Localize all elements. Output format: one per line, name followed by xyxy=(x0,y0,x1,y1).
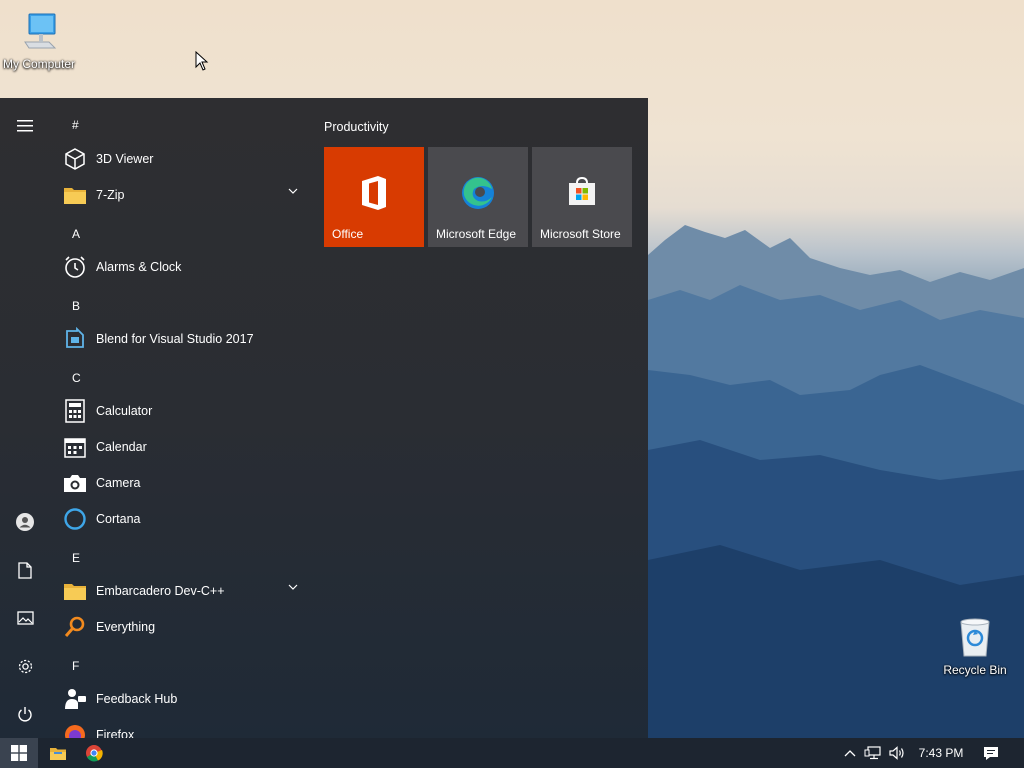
tile-microsoft-edge[interactable]: Microsoft Edge xyxy=(428,147,528,247)
chevron-down-icon[interactable] xyxy=(288,188,298,194)
section-header[interactable]: F xyxy=(72,659,79,673)
app-item-7-zip[interactable]: 7-Zip xyxy=(62,178,310,212)
app-item-everything[interactable]: Everything xyxy=(62,610,310,644)
edge-icon xyxy=(428,175,528,211)
app-item-firefox[interactable]: Firefox xyxy=(62,718,310,738)
app-name: Firefox xyxy=(96,728,135,738)
tile-label: Office xyxy=(332,227,364,241)
app-name: Alarms & Clock xyxy=(96,260,182,274)
app-name: Calendar xyxy=(96,440,147,454)
tile-microsoft-store[interactable]: Microsoft Store xyxy=(532,147,632,247)
start-menu-rail xyxy=(0,98,50,738)
app-name: Feedback Hub xyxy=(96,692,178,706)
calculator-icon xyxy=(62,398,88,424)
feedback-hub-icon xyxy=(62,686,88,712)
app-item-3d-viewer[interactable]: 3D Viewer xyxy=(62,142,310,176)
app-item-embarcadero-dev-cpp[interactable]: Embarcadero Dev-C++ xyxy=(62,574,310,608)
section-header[interactable]: E xyxy=(72,551,80,565)
office-icon xyxy=(324,175,424,211)
chrome-icon[interactable] xyxy=(76,738,112,768)
file-explorer-icon[interactable] xyxy=(40,738,76,768)
alarm-clock-icon xyxy=(62,254,88,280)
tile-label: Microsoft Store xyxy=(540,227,621,241)
app-name: Blend for Visual Studio 2017 xyxy=(96,332,254,346)
folder-icon xyxy=(62,182,88,208)
app-item-alarms-clock[interactable]: Alarms & Clock xyxy=(62,250,310,284)
app-name: Everything xyxy=(96,620,156,634)
tile-office[interactable]: Office xyxy=(324,147,424,247)
start-menu: # 3D Viewer 7-Zip A Alarms & Clock B Ble… xyxy=(0,98,648,738)
desktop-icon-recycle-bin[interactable]: Recycle Bin xyxy=(940,614,1010,677)
app-name: 3D Viewer xyxy=(96,152,154,166)
firefox-icon xyxy=(62,722,88,738)
folder-icon xyxy=(62,578,88,604)
tile-group-title[interactable]: Productivity xyxy=(324,120,389,134)
section-header[interactable]: # xyxy=(72,118,79,132)
3d-viewer-icon xyxy=(62,146,88,172)
magnifier-icon xyxy=(62,614,88,640)
network-icon[interactable] xyxy=(862,738,884,768)
settings-icon[interactable] xyxy=(13,654,37,678)
app-item-calendar[interactable]: Calendar xyxy=(62,430,310,464)
app-item-camera[interactable]: Camera xyxy=(62,466,310,500)
action-center-icon[interactable] xyxy=(976,738,1006,768)
chevron-up-icon[interactable] xyxy=(840,738,860,768)
mouse-cursor-icon xyxy=(195,51,209,71)
power-icon[interactable] xyxy=(13,702,37,726)
app-name: 7-Zip xyxy=(96,188,125,202)
desktop-icon-my-computer[interactable]: My Computer xyxy=(2,10,76,71)
app-item-cortana[interactable]: Cortana xyxy=(62,502,310,536)
section-header[interactable]: A xyxy=(72,227,80,241)
app-name: Calculator xyxy=(96,404,153,418)
store-icon xyxy=(532,175,632,207)
app-item-calculator[interactable]: Calculator xyxy=(62,394,310,428)
desktop-icon-label: My Computer xyxy=(2,57,76,71)
desktop-icon-label: Recycle Bin xyxy=(943,663,1007,677)
app-name: Cortana xyxy=(96,512,141,526)
documents-icon[interactable] xyxy=(13,558,37,582)
app-list: # 3D Viewer 7-Zip A Alarms & Clock B Ble… xyxy=(50,98,312,738)
camera-icon xyxy=(62,470,88,496)
app-item-blend[interactable]: Blend for Visual Studio 2017 xyxy=(62,322,310,356)
user-account-icon[interactable] xyxy=(13,510,37,534)
cortana-icon xyxy=(62,506,88,532)
taskbar-clock[interactable]: 7:43 PM xyxy=(912,738,970,768)
app-name: Embarcadero Dev-C++ xyxy=(96,584,225,598)
taskbar: 7:43 PM xyxy=(0,738,1024,768)
computer-icon xyxy=(24,13,57,49)
pictures-icon[interactable] xyxy=(13,606,37,630)
chevron-down-icon[interactable] xyxy=(288,584,298,590)
hamburger-menu-icon[interactable] xyxy=(13,114,37,138)
app-name: Camera xyxy=(96,476,141,490)
calendar-icon xyxy=(62,434,88,460)
recycle-bin-icon xyxy=(960,618,990,657)
tile-label: Microsoft Edge xyxy=(436,227,517,241)
app-item-feedback-hub[interactable]: Feedback Hub xyxy=(62,682,310,716)
windows-start-icon[interactable] xyxy=(0,738,38,768)
volume-icon[interactable] xyxy=(886,738,908,768)
section-header[interactable]: B xyxy=(72,299,80,313)
section-header[interactable]: C xyxy=(72,371,81,385)
blend-icon xyxy=(62,326,88,352)
